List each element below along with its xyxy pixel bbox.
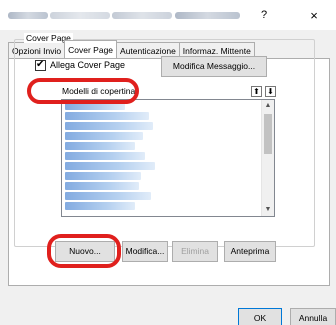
sort-controls: ⬆ ⬇ [251,86,276,97]
move-down-icon[interactable]: ⬇ [265,86,276,97]
ok-button[interactable]: OK [238,308,282,325]
cancel-button[interactable]: Annulla [290,308,336,325]
close-icon[interactable]: × [307,8,321,23]
templates-scrollbar[interactable]: ▲ ▼ [261,100,274,216]
list-item[interactable] [65,182,139,190]
blurred-window-title [112,12,172,19]
list-item[interactable] [65,132,143,140]
list-item[interactable] [65,192,151,200]
list-item[interactable] [65,142,135,150]
blurred-window-title [175,12,240,19]
edit-message-button[interactable]: Modifica Messaggio... [161,56,267,77]
list-item[interactable] [65,202,135,210]
scroll-thumb[interactable] [264,114,272,154]
templates-list[interactable]: ▲ ▼ [61,99,275,217]
title-bar: ? × [0,0,336,30]
new-template-button[interactable]: Nuovo... [55,241,115,262]
list-item[interactable] [65,172,141,180]
preview-button[interactable]: Anteprima [224,241,276,262]
templates-label: Modelli di copertina: [62,86,138,96]
list-item[interactable] [65,152,145,160]
attach-cover-page-row[interactable]: ✔ Allega Cover Page [35,58,125,72]
attach-cover-page-label: Allega Cover Page [50,60,126,70]
attach-cover-page-checkbox[interactable]: ✔ [35,58,46,71]
list-item[interactable] [65,122,153,130]
tab-cover-page[interactable]: Cover Page [64,40,118,58]
help-icon[interactable]: ? [257,9,271,23]
check-icon: ✔ [36,58,45,70]
move-up-icon[interactable]: ⬆ [251,86,262,97]
scroll-up-icon[interactable]: ▲ [262,100,274,112]
blurred-window-title [8,12,48,19]
delete-template-button[interactable]: Elimina [172,241,218,262]
blurred-window-title [50,12,110,19]
edit-template-button[interactable]: Modifica... [122,241,168,262]
list-item[interactable] [65,162,155,170]
list-item[interactable] [65,102,125,110]
scroll-down-icon[interactable]: ▼ [262,204,274,216]
list-item[interactable] [65,112,149,120]
